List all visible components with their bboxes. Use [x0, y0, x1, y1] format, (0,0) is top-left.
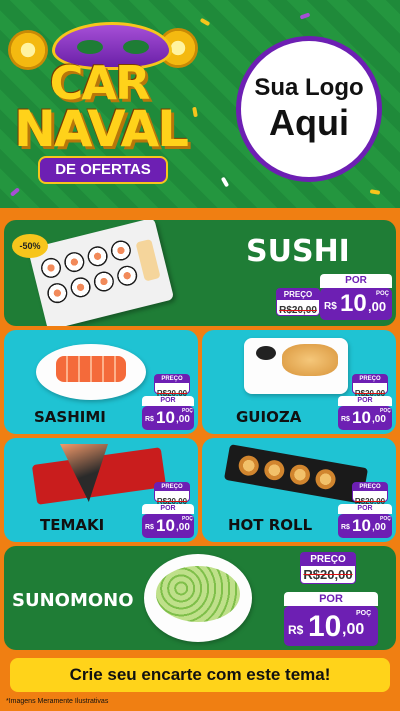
cta-banner[interactable]: Crie seu encarte com este tema! — [10, 658, 390, 692]
price-unit: POÇ — [380, 516, 391, 522]
price-unit: POÇ — [356, 610, 372, 617]
sunomono-image — [144, 554, 252, 642]
old-price-label: PREÇO — [277, 289, 319, 300]
price-integer: 10 — [352, 516, 371, 535]
price-integer: 10 — [308, 610, 342, 643]
old-price-label: PREÇO — [155, 483, 189, 491]
product-name: SUSHI — [246, 234, 350, 269]
price-integer: 10 — [340, 290, 367, 317]
old-price-label: PREÇO — [301, 553, 355, 566]
logo-placeholder[interactable]: Sua Logo Aqui — [236, 36, 382, 182]
product-card-hot-roll[interactable]: HOT ROLL PREÇO R$20,00 POR R$ 10 ,00 POÇ — [202, 438, 396, 542]
price-integer: 10 — [352, 408, 371, 427]
confetti-decoration — [199, 17, 211, 27]
product-name: SASHIMI — [34, 408, 106, 426]
old-price-value: R$20,00 — [279, 305, 317, 316]
price-integer: 10 — [156, 408, 175, 427]
product-card-guioza[interactable]: GUIOZA PREÇO R$20,00 POR R$ 10 ,00 POÇ — [202, 330, 396, 434]
price-cents: ,00 — [342, 621, 365, 638]
title-line-2: NAVAL — [14, 99, 189, 158]
product-name: HOT ROLL — [228, 516, 313, 534]
old-price-label: PREÇO — [155, 375, 189, 383]
old-price-box: PREÇO R$20,00 — [154, 374, 190, 398]
old-price-label: PREÇO — [353, 375, 387, 383]
confetti-decoration — [192, 106, 198, 118]
price-cents: ,00 — [372, 414, 386, 425]
price-unit: POÇ — [182, 408, 193, 414]
new-price-label: POR — [142, 396, 194, 406]
new-price-label: POR — [320, 274, 392, 288]
featured-product-card[interactable]: -50% SUSHI PREÇO R$20,00 POR R$ 10 ,00 P… — [4, 220, 396, 326]
product-card-temaki[interactable]: TEMAKI PREÇO R$20,00 POR R$ 10 ,00 POÇ — [4, 438, 198, 542]
price-integer: 10 — [156, 516, 175, 535]
new-price-label: POR — [338, 504, 392, 514]
old-price-box: PREÇO R$20,00 — [352, 374, 388, 398]
old-price-box: PREÇO R$20,00 — [154, 482, 190, 506]
new-price-label: POR — [284, 592, 378, 606]
confetti-decoration — [9, 187, 21, 197]
new-price-label: POR — [142, 504, 194, 514]
new-price-label: POR — [338, 396, 392, 406]
price-unit: POÇ — [380, 408, 391, 414]
guioza-image — [244, 338, 348, 394]
product-card-sunomono[interactable]: SUNOMONO PREÇO R$20,00 POR R$ 10 ,00 POÇ — [4, 546, 396, 650]
carnival-header: CAR NAVAL DE OFERTAS Sua Logo Aqui — [0, 0, 400, 208]
old-price-box: PREÇO R$20,00 — [300, 552, 356, 584]
confetti-decoration — [220, 176, 230, 188]
currency-symbol: R$ — [145, 524, 154, 531]
currency-symbol: R$ — [341, 524, 350, 531]
subtitle-badge: DE OFERTAS — [38, 156, 168, 184]
currency-symbol: R$ — [324, 301, 337, 312]
old-price-label: PREÇO — [353, 483, 387, 491]
old-price-box: PREÇO R$20,00 — [276, 288, 320, 316]
confetti-decoration — [299, 12, 311, 20]
sushi-image — [27, 220, 175, 326]
new-price-box: POR R$ 10 ,00 POÇ — [320, 274, 392, 320]
product-name: SUNOMONO — [12, 590, 134, 611]
old-price-value: R$20,00 — [303, 567, 353, 582]
carnival-title: CAR NAVAL — [14, 60, 189, 158]
old-price-box: PREÇO R$20,00 — [352, 482, 388, 506]
price-cents: ,00 — [372, 522, 386, 533]
disclaimer-text: *Imagens Meramente Ilustrativas — [6, 698, 109, 705]
logo-text-line1: Sua Logo — [254, 74, 364, 101]
sashimi-image — [36, 344, 146, 400]
currency-symbol: R$ — [288, 623, 304, 637]
hot-roll-image — [223, 444, 369, 504]
price-unit: POÇ — [182, 516, 193, 522]
price-unit: POÇ — [376, 291, 390, 297]
new-price-box: POR R$ 10 ,00 POÇ — [284, 592, 378, 646]
new-price-box: POR R$ 10 ,00 POÇ — [142, 504, 194, 538]
price-cents: ,00 — [176, 414, 190, 425]
product-name: GUIOZA — [236, 408, 302, 426]
currency-symbol: R$ — [341, 416, 350, 423]
currency-symbol: R$ — [145, 416, 154, 423]
discount-badge: -50% — [12, 234, 48, 258]
new-price-box: POR R$ 10 ,00 POÇ — [142, 396, 194, 430]
logo-text-line2: Aqui — [269, 102, 349, 143]
price-cents: ,00 — [368, 299, 387, 314]
product-name: TEMAKI — [40, 516, 105, 534]
new-price-box: POR R$ 10 ,00 POÇ — [338, 504, 392, 538]
new-price-box: POR R$ 10 ,00 POÇ — [338, 396, 392, 430]
product-card-sashimi[interactable]: SASHIMI PREÇO R$20,00 POR R$ 10 ,00 POÇ — [4, 330, 198, 434]
confetti-decoration — [369, 189, 381, 195]
price-cents: ,00 — [176, 522, 190, 533]
